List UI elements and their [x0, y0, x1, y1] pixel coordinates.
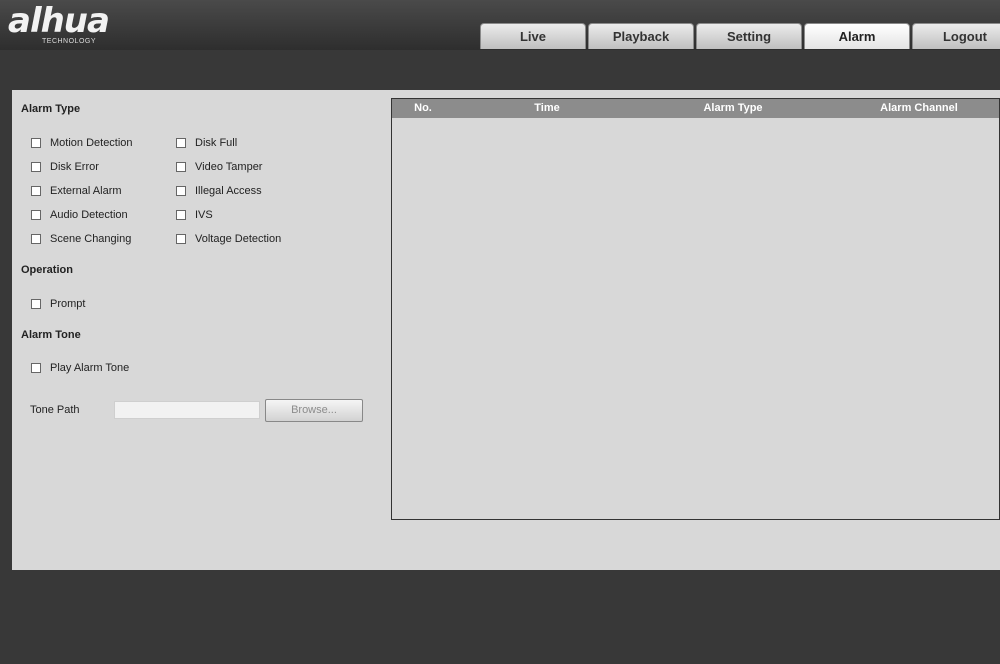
alarm-panel: Alarm Type Motion Detection Disk Error E…: [12, 90, 1000, 570]
ivs-checkbox[interactable]: IVS: [176, 209, 213, 221]
tone-path-label: Tone Path: [30, 404, 80, 416]
column-header-no: No.: [414, 102, 432, 114]
operation-title: Operation: [21, 264, 73, 276]
checkbox-label: IVS: [195, 209, 213, 221]
external-alarm-checkbox[interactable]: External Alarm: [31, 185, 122, 197]
checkbox-box[interactable]: [176, 186, 186, 196]
table-header: No. Time Alarm Type Alarm Channel: [392, 99, 999, 118]
logo-subtitle: TECHNOLOGY: [42, 38, 97, 45]
checkbox-label: Play Alarm Tone: [50, 362, 130, 374]
disk-full-checkbox[interactable]: Disk Full: [176, 137, 237, 149]
column-header-time: Time: [534, 102, 560, 114]
voltage-detection-checkbox[interactable]: Voltage Detection: [176, 233, 281, 245]
column-header-alarm-channel: Alarm Channel: [880, 102, 958, 114]
audio-detection-checkbox[interactable]: Audio Detection: [31, 209, 128, 221]
checkbox-box[interactable]: [31, 363, 41, 373]
play-alarm-tone-checkbox[interactable]: Play Alarm Tone: [31, 362, 129, 374]
tab-alarm[interactable]: Alarm: [804, 23, 910, 49]
checkbox-label: Disk Full: [195, 137, 238, 149]
checkbox-label: Illegal Access: [195, 185, 262, 197]
prompt-checkbox[interactable]: Prompt: [31, 298, 85, 310]
alarm-list-table: No. Time Alarm Type Alarm Channel: [391, 98, 1000, 520]
video-tamper-checkbox[interactable]: Video Tamper: [176, 161, 262, 173]
checkbox-box[interactable]: [176, 162, 186, 172]
checkbox-label: Prompt: [50, 298, 86, 310]
checkbox-box[interactable]: [31, 299, 41, 309]
checkbox-label: Audio Detection: [50, 209, 128, 221]
alarm-tone-title: Alarm Tone: [21, 329, 81, 341]
checkbox-label: Disk Error: [50, 161, 99, 173]
tone-path-input[interactable]: [114, 401, 260, 419]
illegal-access-checkbox[interactable]: Illegal Access: [176, 185, 262, 197]
checkbox-box[interactable]: [176, 138, 186, 148]
checkbox-box[interactable]: [31, 162, 41, 172]
disk-error-checkbox[interactable]: Disk Error: [31, 161, 99, 173]
checkbox-label: Motion Detection: [50, 137, 133, 149]
checkbox-box[interactable]: [31, 186, 41, 196]
browse-button[interactable]: Browse...: [265, 399, 363, 422]
scene-changing-checkbox[interactable]: Scene Changing: [31, 233, 131, 245]
logo-wordmark: alhua: [8, 1, 110, 41]
top-header: alhua TECHNOLOGY Live Playback Setting A…: [0, 0, 1000, 50]
checkbox-label: External Alarm: [50, 185, 122, 197]
checkbox-box[interactable]: [31, 210, 41, 220]
checkbox-box[interactable]: [31, 138, 41, 148]
column-header-alarm-type: Alarm Type: [703, 102, 763, 114]
tab-logout[interactable]: Logout: [912, 23, 1000, 49]
checkbox-box[interactable]: [31, 234, 41, 244]
checkbox-label: Voltage Detection: [195, 233, 282, 245]
checkbox-box[interactable]: [176, 234, 186, 244]
checkbox-label: Scene Changing: [50, 233, 132, 245]
tab-live[interactable]: Live: [480, 23, 586, 49]
alarm-type-title: Alarm Type: [21, 103, 81, 115]
tab-setting[interactable]: Setting: [696, 23, 802, 49]
dahua-logo: alhua TECHNOLOGY: [8, 1, 110, 45]
motion-detection-checkbox[interactable]: Motion Detection: [31, 137, 133, 149]
checkbox-label: Video Tamper: [195, 161, 263, 173]
checkbox-box[interactable]: [176, 210, 186, 220]
tab-playback[interactable]: Playback: [588, 23, 694, 49]
